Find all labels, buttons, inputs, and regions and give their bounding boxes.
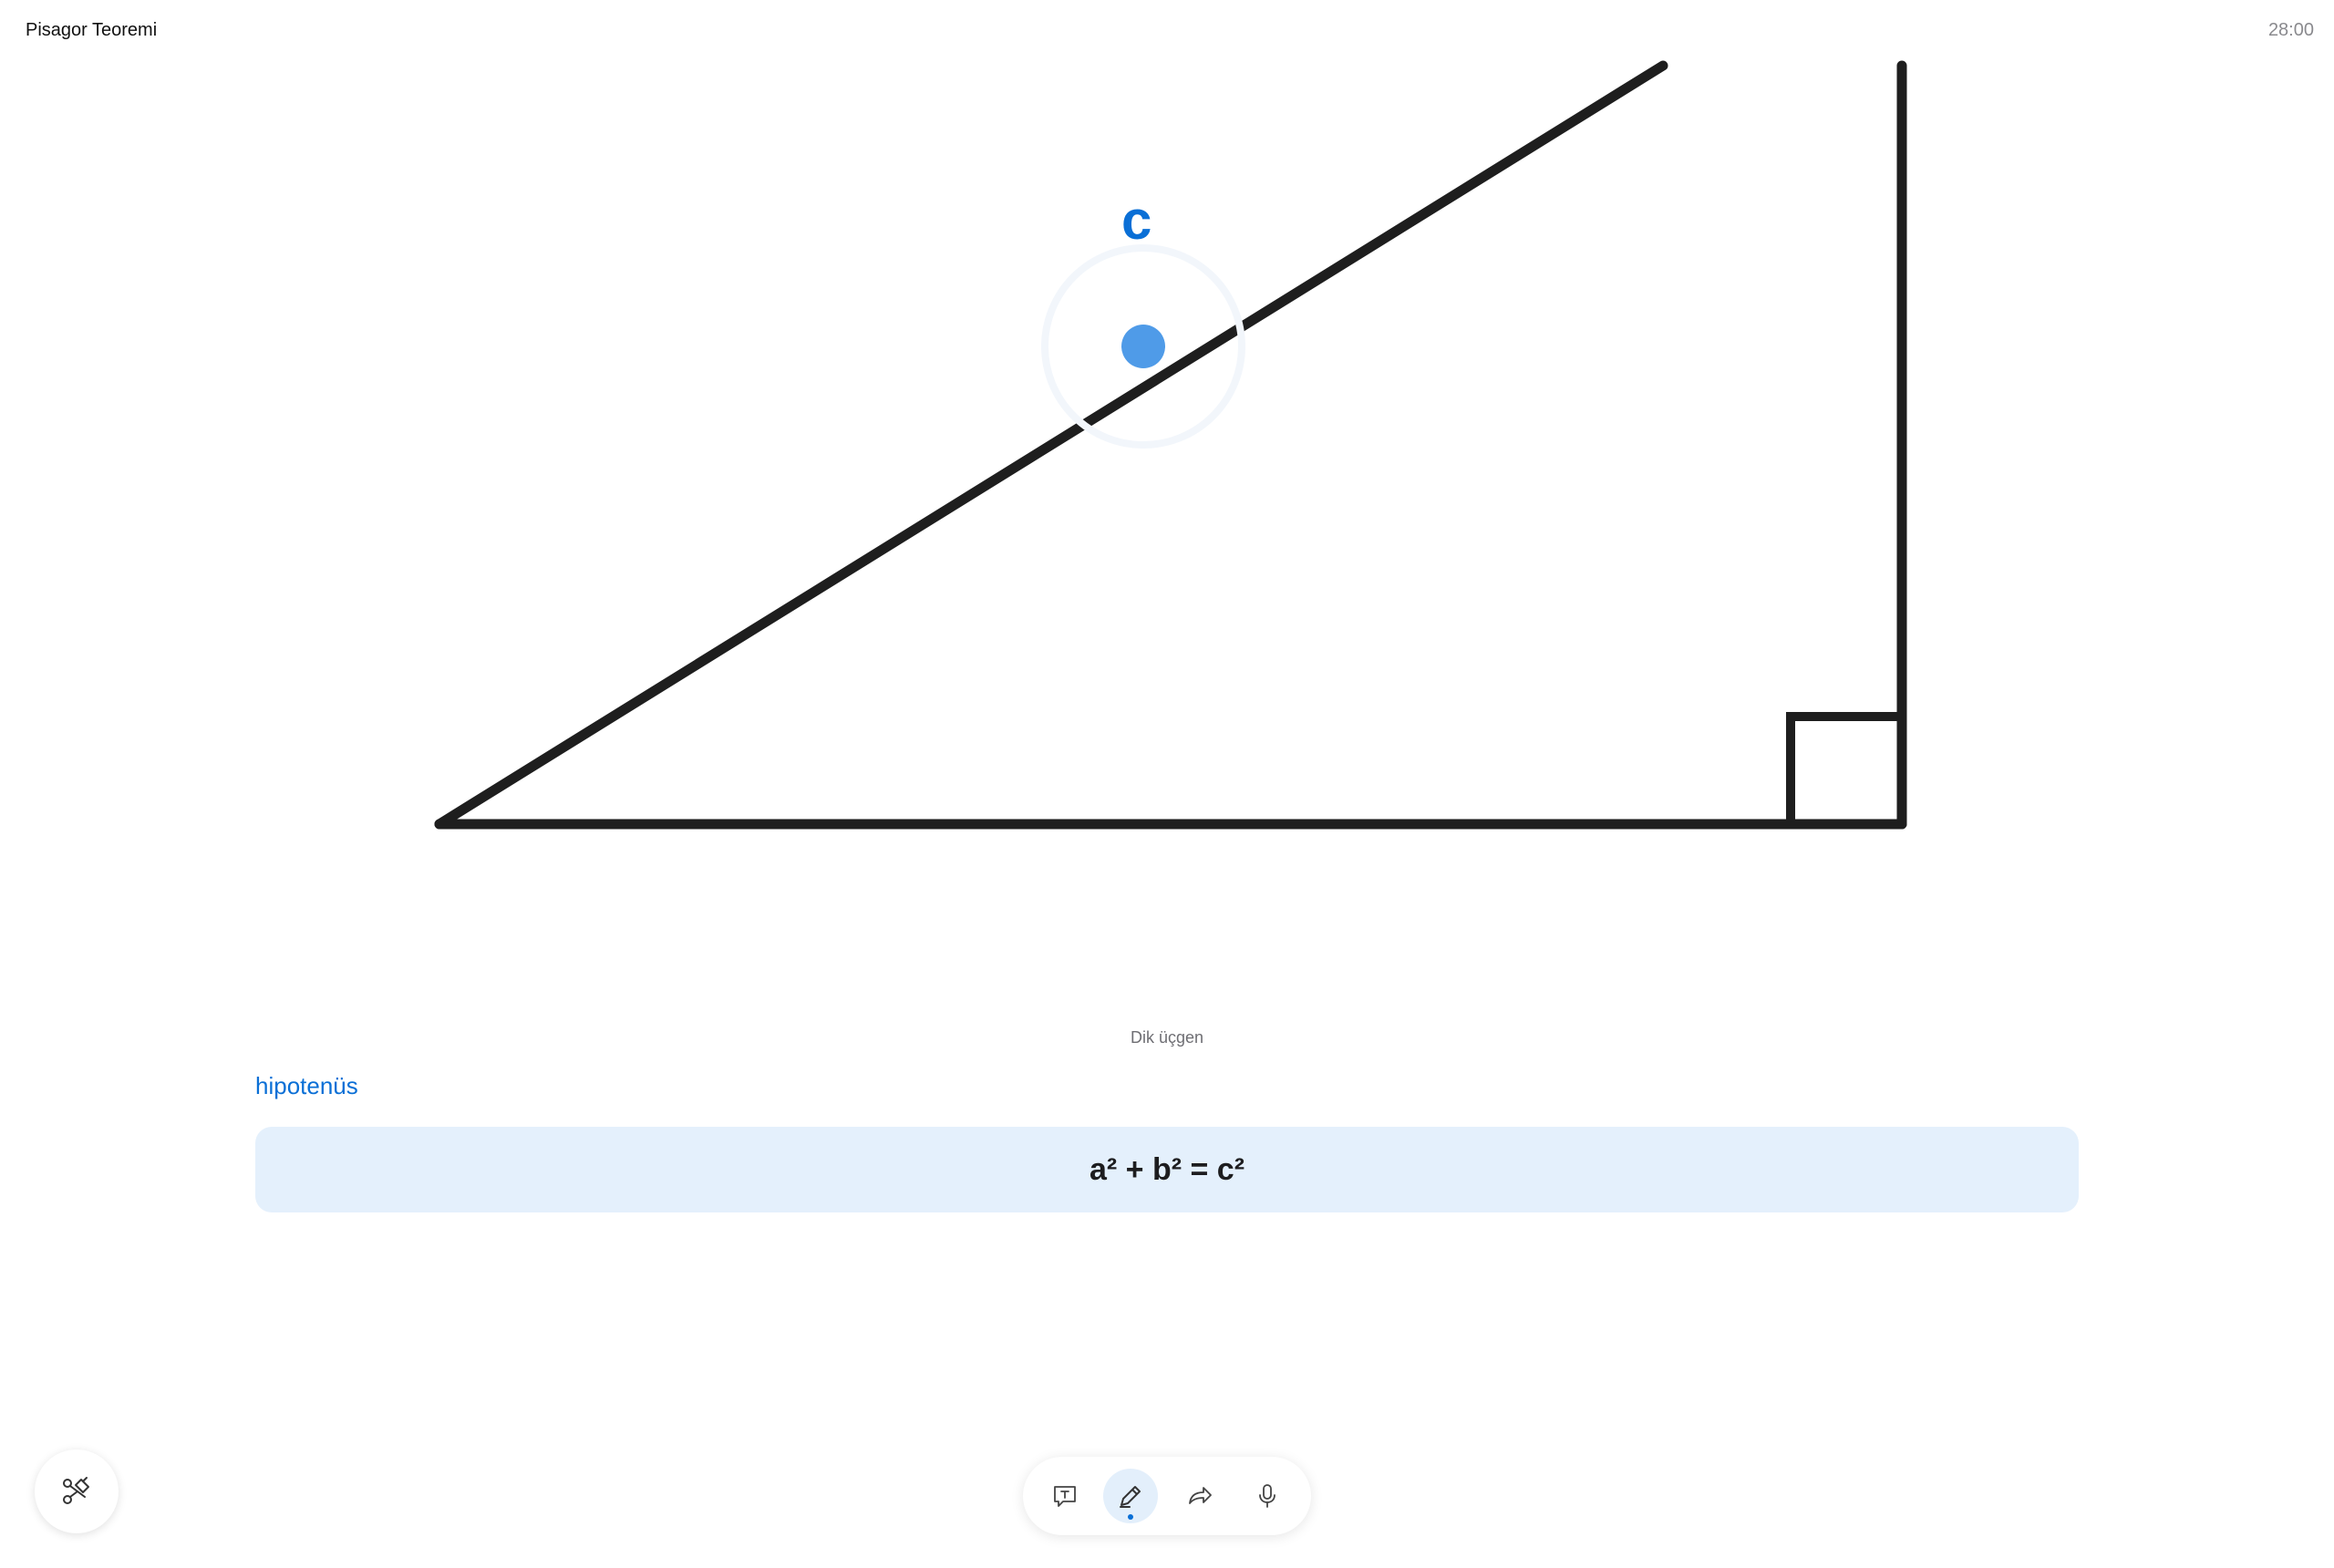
pencil-tool-button[interactable] bbox=[1103, 1469, 1158, 1523]
text-tool-button[interactable] bbox=[1038, 1469, 1092, 1523]
formula-card: a² + b² = c² bbox=[255, 1127, 2079, 1212]
microphone-tool-button[interactable] bbox=[1240, 1469, 1295, 1523]
hypotenuse-marker[interactable] bbox=[1121, 325, 1165, 368]
hypotenuse-label: c bbox=[1121, 190, 1152, 251]
diagram-caption: Dik üçgen bbox=[1130, 1028, 1204, 1047]
bottom-toolbar bbox=[1023, 1457, 1311, 1535]
term-highlight[interactable]: hipotenüs bbox=[255, 1072, 358, 1100]
triangle-diagram bbox=[434, 60, 1907, 830]
right-angle-marker bbox=[1786, 712, 1902, 824]
share-tool-button[interactable] bbox=[1172, 1469, 1227, 1523]
tools-icon bbox=[63, 1477, 89, 1504]
text-bubble-icon bbox=[1054, 1486, 1076, 1507]
hypotenuse-line bbox=[434, 60, 1668, 830]
pencil-icon bbox=[1120, 1486, 1141, 1508]
active-indicator-dot bbox=[1128, 1514, 1133, 1520]
drawing-canvas[interactable]: c bbox=[0, 0, 2334, 912]
tools-button[interactable] bbox=[35, 1449, 119, 1533]
page: Pisagor Teoremi 28:00 c Dik üçgen hipote… bbox=[0, 0, 2334, 1568]
share-arrow-icon bbox=[1189, 1487, 1212, 1504]
microphone-icon bbox=[1259, 1484, 1275, 1508]
formula-text: a² + b² = c² bbox=[1089, 1151, 1245, 1187]
